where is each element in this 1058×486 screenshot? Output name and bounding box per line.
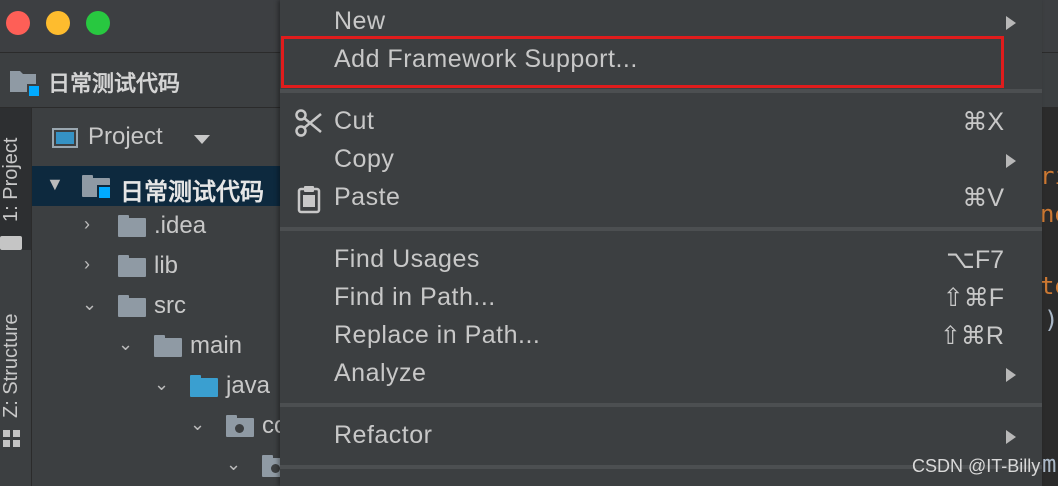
editor-code-fragment: m	[1042, 450, 1057, 478]
chevron-right-icon[interactable]: ›	[84, 254, 90, 275]
chevron-down-icon[interactable]	[194, 135, 210, 144]
module-folder-icon	[10, 71, 41, 97]
editor-area[interactable]: ri ne te ) m	[1040, 108, 1058, 486]
menu-item-cut[interactable]: Cut ⌘X	[280, 103, 1042, 141]
tree-row-label: main	[190, 332, 243, 359]
project-tool-tab-label[interactable]: 1: Project	[0, 138, 23, 222]
package-icon	[226, 415, 254, 437]
menu-item-refactor[interactable]: Refactor	[280, 417, 1042, 455]
menu-item-shortcut: ⌘V	[962, 184, 1004, 212]
tree-row-label: java	[226, 372, 271, 399]
folder-icon	[118, 255, 146, 277]
project-view-icon	[52, 128, 78, 148]
source-folder-icon	[190, 375, 218, 397]
menu-separator	[280, 89, 1042, 93]
submenu-arrow-icon	[1006, 368, 1016, 382]
menu-separator	[280, 227, 1042, 231]
menu-item-replace-in-path[interactable]: Replace in Path... ⇧⌘R	[280, 317, 1042, 355]
tree-row-subpackage[interactable]: ⌄	[32, 446, 290, 486]
chevron-down-icon[interactable]: ⌄	[82, 294, 97, 315]
submenu-arrow-icon	[1006, 16, 1016, 30]
project-panel-header: Project	[32, 108, 282, 167]
structure-icon	[3, 430, 21, 448]
menu-separator	[280, 403, 1042, 407]
editor-code-fragment: ri	[1040, 162, 1058, 190]
menu-item-label: New	[334, 7, 386, 35]
project-view-selector[interactable]: Project	[88, 123, 163, 151]
editor-code-fragment: te	[1040, 272, 1058, 300]
tree-row-label: lib	[154, 252, 179, 279]
chevron-down-icon[interactable]: ⌄	[154, 374, 169, 395]
scissors-icon	[295, 109, 322, 137]
menu-item-shortcut: ⌥F7	[946, 246, 1004, 274]
menu-item-paste[interactable]: Paste ⌘V	[280, 179, 1042, 217]
menu-item-label: Find in Path...	[334, 283, 496, 311]
menu-item-label: Paste	[334, 183, 401, 211]
project-tree: ▼ 日常测试代码 › .idea › lib ⌄ src ⌄ main ⌄ ja…	[32, 166, 290, 486]
folder-icon	[154, 335, 182, 357]
tree-row-main[interactable]: ⌄ main	[32, 326, 282, 366]
module-folder-icon	[82, 175, 112, 200]
menu-item-shortcut: ⇧⌘R	[939, 322, 1004, 350]
close-window-button[interactable]	[6, 11, 30, 35]
submenu-arrow-icon	[1006, 430, 1016, 444]
highlight-box	[281, 36, 1004, 88]
menu-item-label: Find Usages	[334, 245, 480, 273]
tree-row-lib[interactable]: › lib	[32, 246, 282, 286]
menu-item-label: Refactor	[334, 421, 433, 449]
project-tool-folder-icon	[0, 236, 22, 250]
menu-item-analyze[interactable]: Analyze	[280, 355, 1042, 393]
folder-icon	[118, 295, 146, 317]
watermark: CSDN @IT-Billy	[912, 456, 1041, 476]
menu-item-label: Replace in Path...	[334, 321, 541, 349]
folder-icon	[118, 215, 146, 237]
menu-item-find-in-path[interactable]: Find in Path... ⇧⌘F	[280, 279, 1042, 317]
menu-item-find-usages[interactable]: Find Usages ⌥F7	[280, 241, 1042, 279]
tree-row-label: 日常测试代码	[120, 179, 264, 206]
menu-item-label: Analyze	[334, 359, 427, 387]
chevron-down-icon[interactable]: ⌄	[118, 334, 133, 355]
chevron-right-icon[interactable]: ›	[84, 214, 90, 235]
tree-row-java[interactable]: ⌄ java	[32, 366, 282, 406]
tree-row-label: .idea	[154, 212, 207, 239]
clipboard-icon	[297, 186, 321, 214]
tree-row-package[interactable]: ⌄ co	[32, 406, 287, 446]
menu-item-label: Copy	[334, 145, 395, 173]
menu-item-shortcut: ⌘X	[962, 108, 1004, 136]
editor-code-fragment: )	[1044, 306, 1058, 334]
tree-row-src[interactable]: ⌄ src	[32, 286, 282, 326]
tree-row-idea[interactable]: › .idea	[32, 206, 282, 246]
editor-code-fragment: ne	[1040, 200, 1058, 228]
structure-tool-tab-label[interactable]: Z: Structure	[0, 314, 23, 418]
menu-item-shortcut: ⇧⌘F	[942, 284, 1004, 312]
zoom-window-button[interactable]	[86, 11, 110, 35]
tree-row-root[interactable]: ▼ 日常测试代码	[32, 166, 282, 206]
minimize-window-button[interactable]	[46, 11, 70, 35]
menu-item-copy[interactable]: Copy	[280, 141, 1042, 179]
chevron-down-icon[interactable]: ⌄	[190, 414, 205, 435]
chevron-down-icon[interactable]: ▼	[46, 174, 64, 195]
submenu-arrow-icon	[1006, 154, 1016, 168]
project-breadcrumb[interactable]: 日常测试代码	[48, 66, 180, 98]
tree-row-label: src	[154, 292, 186, 319]
menu-item-label: Cut	[334, 107, 375, 135]
chevron-down-icon[interactable]: ⌄	[226, 454, 241, 475]
